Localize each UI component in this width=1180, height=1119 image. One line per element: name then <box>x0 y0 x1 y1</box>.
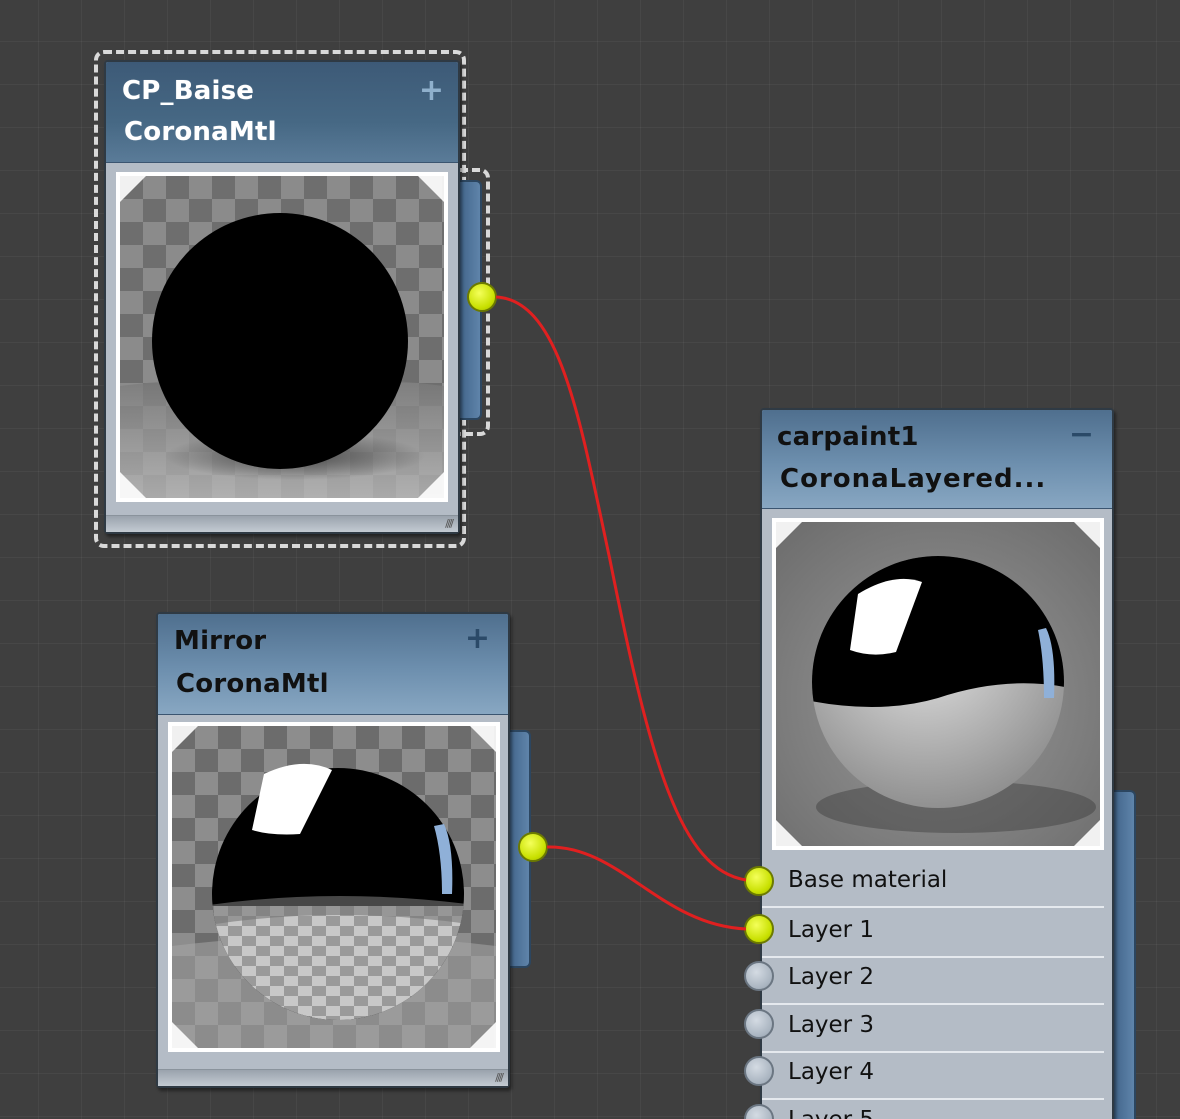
material-preview-image <box>120 176 444 498</box>
node-cp-baise[interactable]: CP_Baise CoronaMtl + //// <box>104 60 460 534</box>
node-mirror[interactable]: Mirror CoronaMtl + //// <box>156 612 510 1088</box>
node-name: CP_Baise <box>122 76 255 106</box>
material-preview-image <box>776 522 1100 846</box>
node-carpaint1[interactable]: carpaint1 CoronaLayered... − Base materi… <box>760 408 1114 1119</box>
material-preview-image <box>172 726 496 1048</box>
expand-icon[interactable]: + <box>419 76 444 106</box>
wire-mirror-to-layer-1[interactable] <box>546 845 747 931</box>
output-tab[interactable] <box>1112 790 1136 1119</box>
slot-list: Base material Layer 1 Layer 2 Layer 3 La… <box>762 858 1104 1119</box>
input-socket-layer-3[interactable] <box>744 1009 774 1039</box>
slot-layer-4[interactable]: Layer 4 <box>762 1050 1104 1100</box>
input-socket-layer-1[interactable] <box>744 914 774 944</box>
resize-grip-icon[interactable]: //// <box>445 517 454 530</box>
wire-cp-baise-to-base-material[interactable] <box>495 295 747 882</box>
output-socket-cp-baise[interactable] <box>467 282 497 312</box>
node-type: CoronaMtl <box>124 117 277 147</box>
node-name: Mirror <box>174 626 267 656</box>
slot-label: Layer 5 <box>788 1107 874 1119</box>
collapse-icon[interactable]: − <box>1069 420 1094 450</box>
node-type: CoronaLayered... <box>780 464 1047 494</box>
resize-grip-icon[interactable]: //// <box>495 1071 504 1084</box>
node-header[interactable]: CP_Baise CoronaMtl + <box>106 62 458 163</box>
slot-label: Layer 4 <box>788 1059 875 1085</box>
node-footer: //// <box>158 1069 508 1086</box>
slot-label: Layer 2 <box>788 964 875 990</box>
slot-layer-3[interactable]: Layer 3 <box>762 1003 1104 1053</box>
output-socket-mirror[interactable] <box>518 832 548 862</box>
node-name: carpaint1 <box>777 422 919 452</box>
node-type: CoronaMtl <box>176 669 329 699</box>
node-footer: //// <box>106 515 458 532</box>
slot-layer-2[interactable]: Layer 2 <box>762 955 1104 1005</box>
material-preview <box>168 722 500 1052</box>
slot-layer-5[interactable]: Layer 5 <box>762 1098 1104 1119</box>
input-socket-layer-2[interactable] <box>744 961 774 991</box>
expand-icon[interactable]: + <box>465 624 490 654</box>
node-header[interactable]: Mirror CoronaMtl + <box>158 614 508 715</box>
node-header[interactable]: carpaint1 CoronaLayered... − <box>762 410 1112 509</box>
input-socket-layer-4[interactable] <box>744 1056 774 1086</box>
slot-label: Layer 3 <box>788 1012 875 1038</box>
slot-base-material[interactable]: Base material <box>762 858 1104 908</box>
slot-label: Layer 1 <box>788 917 875 943</box>
material-preview <box>116 172 448 502</box>
slot-label: Base material <box>788 867 948 893</box>
input-socket-base-material[interactable] <box>744 866 774 896</box>
material-preview <box>772 518 1104 850</box>
slot-layer-1[interactable]: Layer 1 <box>762 908 1104 958</box>
